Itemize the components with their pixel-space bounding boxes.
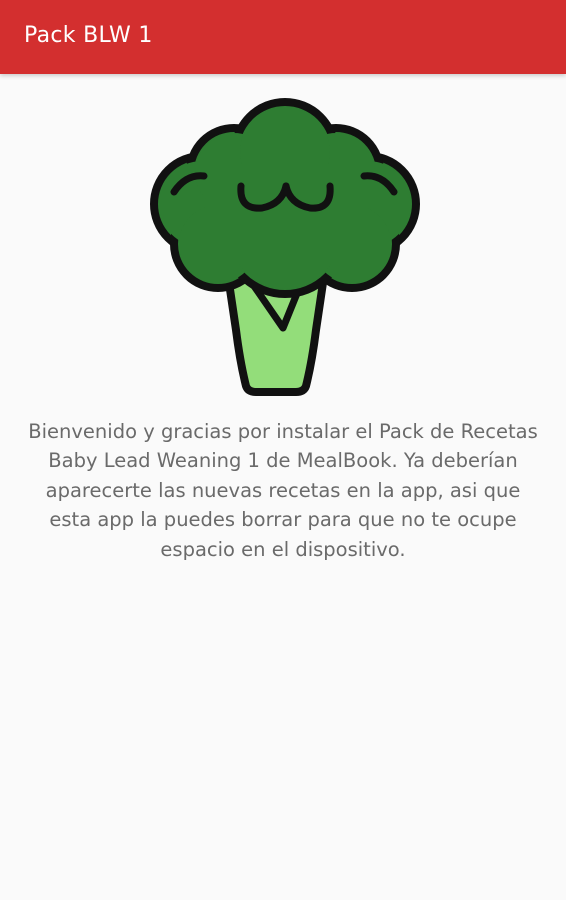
welcome-message: Bienvenido y gracias por instalar el Pac… <box>28 420 538 561</box>
app-title: Pack BLW 1 <box>24 23 153 48</box>
broccoli-icon <box>146 94 422 398</box>
app-bar: Pack BLW 1 <box>0 0 566 74</box>
